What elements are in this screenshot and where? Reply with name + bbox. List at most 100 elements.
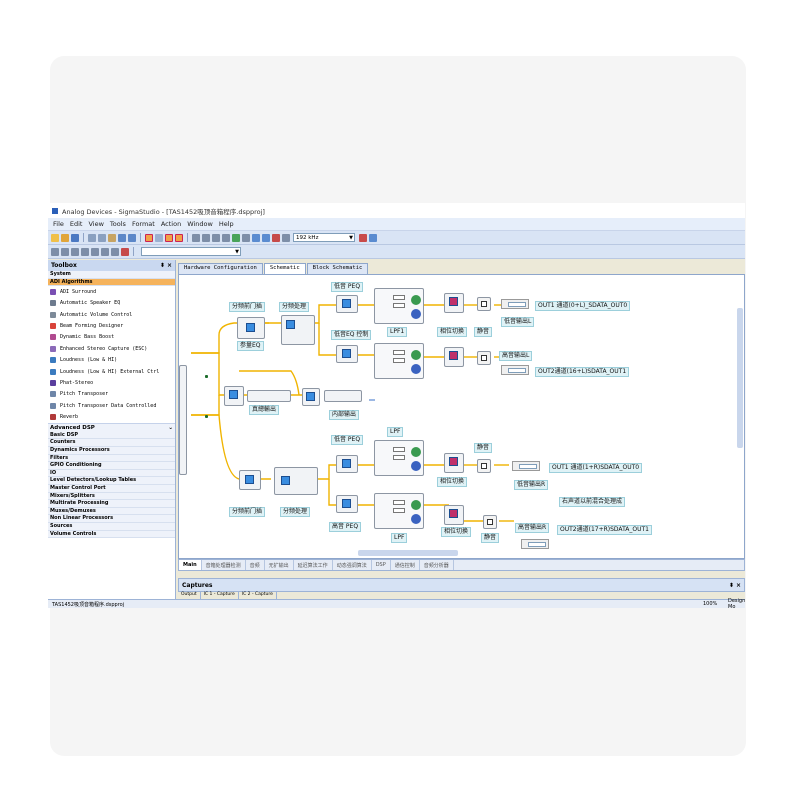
mute-switch-3[interactable] <box>477 459 491 473</box>
mute-switch-1[interactable] <box>477 297 491 311</box>
distribute-icon[interactable] <box>242 233 250 242</box>
toolbox-category[interactable]: Counters <box>48 439 175 448</box>
align-top-icon[interactable] <box>222 233 230 242</box>
arrange-icon[interactable] <box>232 233 240 242</box>
align-left-icon[interactable] <box>192 233 200 242</box>
link-compile-icon[interactable] <box>145 233 153 242</box>
align-right-icon[interactable] <box>212 233 220 242</box>
output-dropdown[interactable] <box>508 302 526 307</box>
toolbox-subhead-label[interactable]: Advanced DSP <box>50 425 95 431</box>
enable-icon[interactable] <box>411 350 421 360</box>
toolbox-item[interactable]: Loudness (Low & HI) External Ctrl <box>48 366 175 377</box>
undo-icon[interactable] <box>118 233 126 242</box>
cut-icon[interactable] <box>88 233 96 242</box>
ellipse-icon[interactable] <box>101 247 109 256</box>
output-dropdown[interactable] <box>528 542 546 547</box>
toolbox-category[interactable]: GPIO Conditioning <box>48 462 175 470</box>
tab-block-schematic[interactable]: Block Schematic <box>306 263 369 274</box>
page-tab[interactable]: 动态强调算法 <box>333 560 372 570</box>
toolbox-item[interactable]: Pitch Transposer Data Controlled <box>48 400 175 411</box>
page-tab[interactable]: DSP <box>372 560 391 570</box>
output-dropdown[interactable] <box>519 464 537 469</box>
q-field[interactable] <box>393 455 405 460</box>
mute-switch-2[interactable] <box>477 351 491 365</box>
toolbox-category-adi-algorithms[interactable]: ADI Algorithms <box>48 278 175 287</box>
inner-out-strip[interactable] <box>324 390 362 402</box>
freq-field[interactable] <box>393 350 405 355</box>
lpf-block-3[interactable] <box>374 440 424 476</box>
tab-schematic[interactable]: Schematic <box>263 263 306 274</box>
page-tab[interactable]: 延迟算法工作 <box>294 560 333 570</box>
toolbox-category[interactable]: Basic DSP <box>48 431 175 440</box>
chevron-down-icon[interactable]: ⌄ <box>168 425 173 431</box>
toolbox-category[interactable]: Master Control Port <box>48 485 175 493</box>
toolbox-item[interactable]: Automatic Volume Control <box>48 309 175 320</box>
q-field[interactable] <box>393 508 405 513</box>
q-field[interactable] <box>393 358 405 363</box>
menu-action[interactable]: Action <box>161 220 181 228</box>
copy-icon[interactable] <box>98 233 106 242</box>
gain-knob-icon[interactable] <box>411 364 421 374</box>
open-icon[interactable] <box>61 233 69 242</box>
toolbox-item[interactable]: Beam Forming Designer <box>48 320 175 331</box>
sample-rate-select[interactable]: 192 kHz ▼ <box>293 233 355 242</box>
toolbox-category[interactable]: Sources <box>48 523 175 531</box>
gain-knob-icon[interactable] <box>411 514 421 524</box>
page-tab[interactable]: Main <box>179 560 202 570</box>
download-icon[interactable] <box>165 233 173 242</box>
split-block-c[interactable] <box>239 470 261 490</box>
split-block-b[interactable] <box>281 315 315 345</box>
color-icon[interactable] <box>121 247 129 256</box>
output-select-4[interactable] <box>521 539 549 549</box>
toolbox-category[interactable]: Mixers/Splitters <box>48 492 175 501</box>
high-peq-block[interactable] <box>336 495 358 513</box>
toolbox-category[interactable]: Non Linear Processors <box>48 515 175 523</box>
menu-edit[interactable]: Edit <box>70 220 83 228</box>
run-icon[interactable] <box>175 233 183 242</box>
low-eq-ctrl-block[interactable] <box>336 345 358 363</box>
toolbox-category[interactable]: Dynamics Processors <box>48 447 175 455</box>
split-block-d[interactable] <box>274 467 318 495</box>
wire-icon[interactable] <box>71 247 79 256</box>
tab-ic2-capture[interactable]: IC 2 - Capture <box>239 592 277 599</box>
low-peq-block[interactable] <box>336 295 358 313</box>
redo-icon[interactable] <box>128 233 136 242</box>
enable-icon[interactable] <box>411 295 421 305</box>
input-block[interactable] <box>179 365 187 475</box>
split-block-a[interactable] <box>237 317 265 339</box>
toolbox-item[interactable]: Dynamic Bass Boost <box>48 332 175 343</box>
gain-knob-icon[interactable] <box>411 461 421 471</box>
paste-icon[interactable] <box>108 233 116 242</box>
hand-icon[interactable] <box>61 247 69 256</box>
tab-output[interactable]: Output <box>178 592 201 599</box>
toolbox-item[interactable]: Reverb <box>48 411 175 422</box>
menu-view[interactable]: View <box>88 220 103 228</box>
stop-icon[interactable] <box>272 233 280 242</box>
lpf-block-1[interactable] <box>374 288 424 324</box>
polarity-block-4[interactable] <box>444 505 464 525</box>
font-select[interactable]: ▼ <box>141 247 241 256</box>
toolbox-item[interactable]: Loudness (Low & HI) <box>48 355 175 366</box>
toolbox-item[interactable]: Pitch Transposer <box>48 389 175 400</box>
checkbox[interactable] <box>481 355 487 361</box>
toolbox-item[interactable]: Automatic Speaker EQ <box>48 298 175 309</box>
q-field[interactable] <box>393 303 405 308</box>
checkbox[interactable] <box>487 519 493 525</box>
rectangle-icon[interactable] <box>91 247 99 256</box>
toolbox-category[interactable]: Filters <box>48 454 175 463</box>
volume-block-1[interactable] <box>224 386 244 406</box>
toolbox-category-system[interactable]: System <box>48 271 175 279</box>
toolbox-item[interactable]: ADI Surround <box>48 286 175 297</box>
checkbox[interactable] <box>481 301 487 307</box>
output-select-2[interactable] <box>501 365 529 375</box>
lpf-block-2[interactable] <box>374 343 424 379</box>
freq-field[interactable] <box>393 500 405 505</box>
page-tab[interactable]: 通信控制 <box>391 560 420 570</box>
schematic-canvas[interactable]: 分频前门插 参量EQ 分频处理 低音 PEQ 低音EQ 控制 LPF1 相位切换… <box>178 274 745 559</box>
menu-file[interactable]: File <box>53 220 64 228</box>
toolbox-item[interactable]: Phat-Stereo <box>48 377 175 388</box>
freq-field[interactable] <box>393 447 405 452</box>
output-dropdown[interactable] <box>508 368 526 373</box>
menu-format[interactable]: Format <box>132 220 155 228</box>
low-peq-block-2[interactable] <box>336 455 358 473</box>
